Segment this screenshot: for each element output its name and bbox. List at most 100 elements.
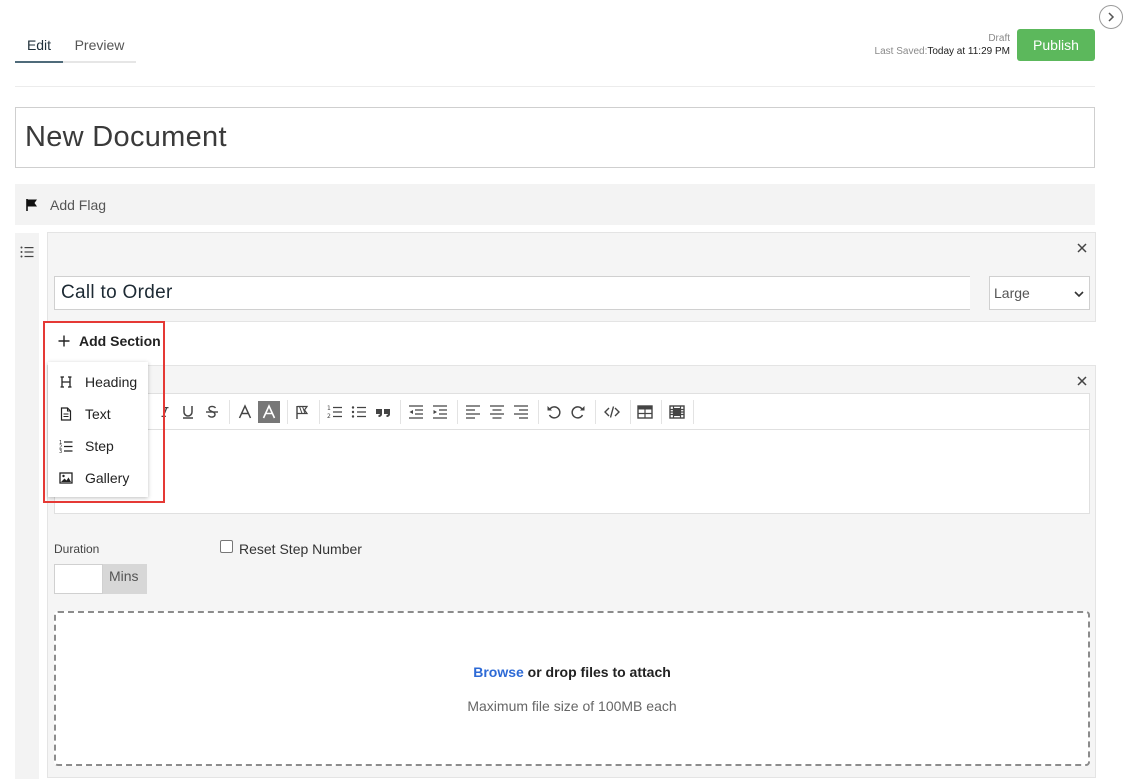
highlight-color-button[interactable]: [258, 401, 280, 423]
drop-files-label: or drop files to attach: [523, 664, 671, 680]
tab-edit[interactable]: Edit: [15, 28, 63, 63]
last-saved: Last Saved:Today at 11:29 PM: [875, 45, 1010, 59]
undo-icon: [547, 406, 561, 419]
ordered-list-button[interactable]: 12: [326, 403, 344, 421]
bullet-list-icon: [351, 406, 366, 418]
toolbar-separator: [595, 400, 596, 424]
align-center-icon: [490, 405, 504, 419]
strikethrough-icon: [206, 405, 218, 418]
header-divider: [15, 86, 1095, 87]
chevron-down-icon: [1074, 291, 1084, 298]
dropzone-prompt: Browse or drop files to attach: [56, 664, 1088, 680]
indent-button[interactable]: [431, 403, 449, 421]
align-left-button[interactable]: [464, 403, 482, 421]
toolbar-separator: [400, 400, 401, 424]
menu-item-label: Gallery: [85, 470, 130, 486]
close-icon[interactable]: [1076, 375, 1088, 387]
svg-text:3: 3: [59, 449, 62, 453]
toolbar-separator: [287, 400, 288, 424]
duration-input[interactable]: [54, 564, 103, 594]
insert-table-button[interactable]: [636, 403, 654, 421]
blockquote-icon: [376, 409, 390, 417]
highlight-color-icon: [262, 404, 276, 419]
add-flag-bar[interactable]: Add Flag: [15, 184, 1095, 225]
bullet-list-button[interactable]: [350, 403, 368, 421]
table-icon: [637, 405, 653, 419]
publish-button[interactable]: Publish: [1017, 29, 1095, 61]
heading-section-card: Call to Order Large: [47, 232, 1096, 322]
underline-icon: [183, 406, 193, 419]
svg-text:1: 1: [327, 405, 331, 412]
add-section-button[interactable]: Add Section: [58, 333, 161, 349]
code-view-button[interactable]: [601, 403, 623, 421]
align-right-icon: [514, 405, 528, 419]
outdent-button[interactable]: [407, 403, 425, 421]
clear-format-button[interactable]: [293, 403, 311, 421]
step-text-editor[interactable]: [54, 429, 1090, 514]
close-icon[interactable]: [1076, 242, 1088, 254]
film-icon: [669, 405, 685, 419]
toolbar-separator: [229, 400, 230, 424]
collapse-panel-button[interactable]: [1099, 5, 1123, 29]
svg-text:2: 2: [327, 413, 331, 420]
toolbar-separator: [538, 400, 539, 424]
toolbar-separator: [693, 400, 694, 424]
indent-icon: [433, 405, 447, 419]
outdent-icon: [409, 405, 423, 419]
toolbar-separator: [630, 400, 631, 424]
toolbar-separator: [319, 400, 320, 424]
document-icon: [60, 407, 72, 421]
blockquote-button[interactable]: [374, 403, 392, 421]
file-dropzone[interactable]: Browse or drop files to attach Maximum f…: [54, 611, 1090, 766]
tab-preview[interactable]: Preview: [63, 28, 136, 63]
align-center-button[interactable]: [488, 403, 506, 421]
chevron-right-icon: [1108, 12, 1115, 22]
document-title-input[interactable]: New Document: [15, 107, 1095, 168]
add-flag-label: Add Flag: [50, 196, 107, 213]
editor-tabs: Edit Preview: [15, 28, 136, 63]
insert-video-button[interactable]: [668, 403, 686, 421]
toolbar-separator: [661, 400, 662, 424]
menu-item-step[interactable]: 123 Step: [48, 432, 148, 460]
redo-icon: [571, 406, 585, 419]
save-status: Draft Last Saved:Today at 11:29 PM: [875, 33, 1010, 59]
reset-step-label[interactable]: Reset Step Number: [239, 541, 362, 557]
clear-format-icon: [296, 405, 309, 419]
heading-size-select[interactable]: Large: [989, 276, 1090, 310]
strikethrough-button[interactable]: [203, 403, 221, 421]
heading-size-value: Large: [994, 285, 1030, 301]
ordered-list-icon: 123: [59, 440, 73, 453]
heading-icon: [60, 376, 72, 388]
reset-step-checkbox[interactable]: [220, 540, 233, 553]
undo-button[interactable]: [545, 403, 563, 421]
menu-item-text[interactable]: Text: [48, 400, 148, 428]
duration-label: Duration: [54, 542, 100, 556]
align-left-icon: [466, 405, 480, 419]
max-file-size-note: Maximum file size of 100MB each: [467, 698, 677, 714]
browse-link[interactable]: Browse: [473, 664, 524, 680]
add-section-menu: Heading Text 123 Step Gallery: [48, 362, 148, 497]
section-heading-input[interactable]: Call to Order: [54, 276, 970, 310]
list-outline-icon[interactable]: [20, 245, 34, 259]
plus-icon: [58, 335, 70, 347]
ordered-list-icon: 12: [327, 405, 342, 420]
toolbar-separator: [457, 400, 458, 424]
last-saved-label: Last Saved:: [874, 46, 928, 57]
last-saved-value: Today at 11:29 PM: [927, 46, 1010, 57]
underline-button[interactable]: [179, 403, 197, 421]
menu-item-label: Heading: [85, 374, 138, 390]
menu-item-gallery[interactable]: Gallery: [48, 464, 148, 492]
font-color-button[interactable]: [236, 403, 254, 421]
editor-toolbar: 12: [54, 393, 1090, 429]
code-icon: [604, 406, 620, 418]
menu-item-label: Step: [85, 438, 114, 454]
image-icon: [59, 472, 73, 484]
align-right-button[interactable]: [512, 403, 530, 421]
outline-rail: [15, 233, 39, 779]
redo-button[interactable]: [569, 403, 587, 421]
menu-item-heading[interactable]: Heading: [48, 368, 148, 396]
italic-icon: [161, 406, 169, 418]
font-color-icon: [238, 404, 252, 419]
duration-unit: Mins: [103, 564, 147, 594]
italic-button[interactable]: [158, 403, 172, 421]
